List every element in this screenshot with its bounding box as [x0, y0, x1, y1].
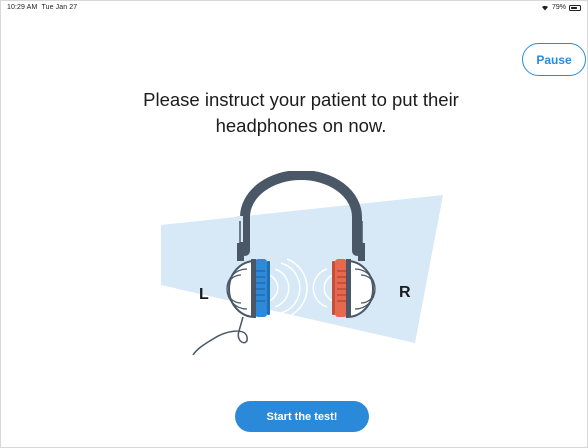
pause-button[interactable]: Pause — [522, 43, 586, 76]
battery-icon — [569, 4, 581, 11]
beam-shape — [161, 195, 443, 343]
battery-fill — [571, 6, 578, 9]
screen: 10:29 AM Tue Jan 27 79% Pause Please ins… — [0, 0, 588, 448]
start-test-button[interactable]: Start the test! — [235, 401, 369, 432]
headphones-illustration: L R — [161, 171, 443, 356]
status-bar: 10:29 AM Tue Jan 27 79% — [1, 1, 587, 17]
wifi-icon — [541, 5, 548, 11]
battery-percent: 79% — [551, 4, 566, 11]
right-label: R — [399, 284, 411, 301]
left-slider — [237, 243, 244, 261]
headphone-cable — [192, 316, 248, 356]
right-slider — [358, 243, 365, 261]
left-label: L — [199, 286, 209, 303]
instruction-text: Please instruct your patient to put thei… — [143, 89, 459, 136]
status-indicators: 79% — [541, 4, 581, 11]
status-time: 10:29 AM Tue Jan 27 — [7, 4, 77, 11]
status-time-value: 10:29 AM — [7, 4, 38, 11]
status-date-value: Tue Jan 27 — [41, 4, 78, 11]
